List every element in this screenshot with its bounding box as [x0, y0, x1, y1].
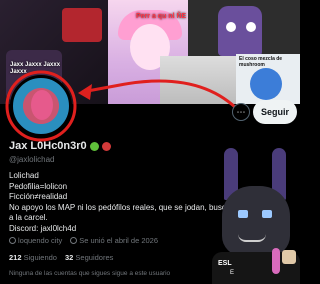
display-name: Jax L0Hc0n3r0	[9, 140, 87, 152]
location-pin-icon	[9, 237, 16, 244]
mutual-followers-note: Ninguna de las cuentas que sigues sigue …	[9, 270, 171, 277]
display-name-row: Jax L0Hc0n3r0	[9, 140, 111, 152]
profile-avatar[interactable]	[10, 75, 72, 137]
bunny-head	[222, 186, 290, 256]
join-date: Se unió el abril de 2026	[70, 236, 158, 245]
following-link[interactable]: 212 Siguiendo	[9, 253, 57, 262]
banner-tile-jax	[188, 0, 300, 60]
calendar-icon	[70, 237, 78, 244]
overlay-badge: ESL	[218, 260, 232, 267]
banner-tile-figure	[160, 56, 240, 104]
banner-caption-top: Perr a qu nl ÑE	[136, 13, 187, 20]
banner-caption-right: El coso mezcla de mushroom	[239, 56, 283, 68]
follow-button[interactable]: Seguir	[253, 100, 297, 124]
user-handle: @jaxlolichad	[9, 155, 55, 164]
overlay-badge-sub: E	[230, 270, 235, 276]
location: loquendo city	[9, 236, 62, 245]
bunny-meme-overlay: ESL E	[212, 148, 300, 284]
ellipsis-icon: ⋯	[236, 106, 246, 117]
more-options-button[interactable]: ⋯	[232, 103, 250, 121]
boxing-glove-icon	[101, 141, 111, 151]
green-apple-icon	[89, 141, 99, 151]
followers-link[interactable]: 32 Seguidores	[65, 253, 113, 262]
banner-caption-left: Jaxx Jaxxx Jaxxx Jaxxx	[10, 62, 61, 75]
profile-meta: loquendo city Se unió el abril de 2026	[9, 236, 158, 245]
follow-counts: 212 Siguiendo 32 Seguidores	[9, 253, 113, 262]
